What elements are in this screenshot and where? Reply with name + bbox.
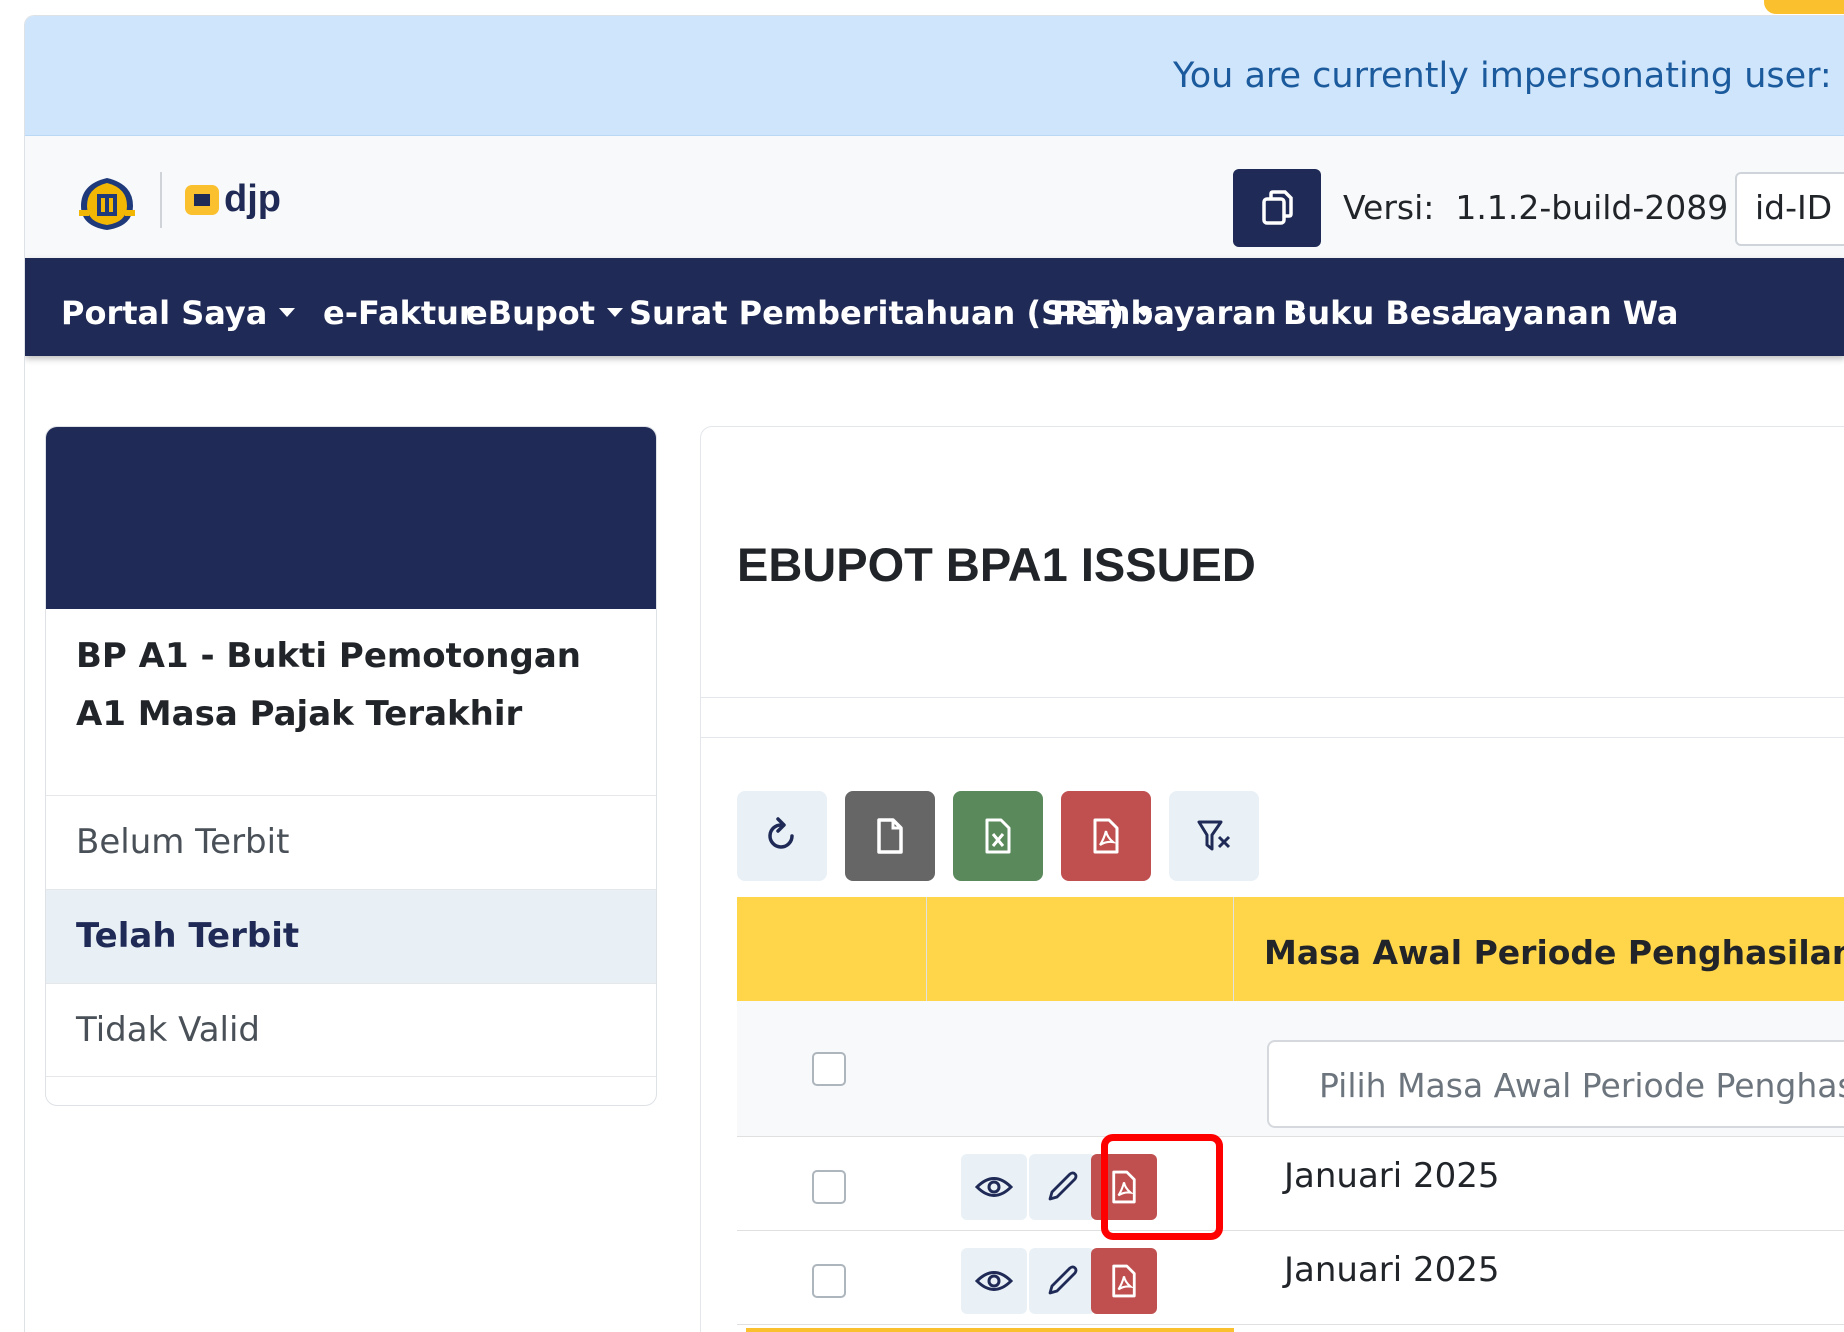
row-checkbox[interactable] bbox=[812, 1170, 846, 1204]
copy-icon bbox=[1262, 190, 1293, 225]
sidebar: BP A1 - Bukti Pemotongan A1 Masa Pajak T… bbox=[45, 426, 657, 1106]
pencil-icon bbox=[1048, 1265, 1078, 1295]
pdf-file-icon bbox=[1093, 818, 1119, 854]
export-pdf-button[interactable] bbox=[1061, 791, 1151, 881]
view-button[interactable] bbox=[961, 1248, 1027, 1314]
bottom-strip bbox=[746, 1328, 1234, 1332]
export-file-button[interactable] bbox=[845, 791, 935, 881]
sidebar-header bbox=[46, 427, 656, 609]
main-nav: Portal Saya e-Faktur eBupot Surat Pember… bbox=[25, 258, 1844, 356]
version-label: Versi: bbox=[1343, 188, 1435, 227]
app-header: djp Versi: 1.1.2-build-2089 id-ID bbox=[25, 136, 1844, 258]
divider bbox=[701, 737, 1844, 738]
sidebar-title: BP A1 - Bukti Pemotongan A1 Masa Pajak T… bbox=[76, 636, 581, 734]
select-all-checkbox[interactable] bbox=[812, 1052, 846, 1086]
masa-awal-filter-select[interactable]: Pilih Masa Awal Periode Penghasilan bbox=[1267, 1040, 1844, 1128]
sidebar-item-tidak-valid[interactable]: Tidak Valid bbox=[46, 983, 656, 1077]
nav-label: Buku Besar bbox=[1283, 294, 1488, 332]
edit-button[interactable] bbox=[1029, 1248, 1095, 1314]
pdf-file-icon bbox=[1112, 1264, 1136, 1298]
refresh-icon bbox=[768, 817, 794, 849]
sidebar-item-belum-terbit[interactable]: Belum Terbit bbox=[46, 795, 656, 889]
eye-icon bbox=[975, 1177, 1013, 1197]
corner-badge bbox=[1764, 0, 1844, 14]
kemenkeu-logo-icon[interactable] bbox=[75, 170, 139, 234]
impersonation-text: You are currently impersonating user: - bbox=[1173, 56, 1844, 96]
clear-filter-button[interactable] bbox=[1169, 791, 1259, 881]
cell-masa-awal: Januari 2025 bbox=[1284, 1250, 1500, 1290]
divider bbox=[701, 697, 1844, 698]
pencil-icon bbox=[1048, 1171, 1078, 1201]
refresh-button[interactable] bbox=[737, 791, 827, 881]
nav-pembayaran[interactable]: Pembayaran bbox=[1052, 294, 1305, 332]
nav-label: Surat Pemberitahuan (SPT) bbox=[629, 294, 1125, 332]
file-icon bbox=[877, 818, 903, 854]
chevron-down-icon bbox=[279, 307, 296, 317]
nav-buku-besar[interactable]: Buku Besar bbox=[1283, 294, 1488, 332]
page-title: EBUPOT BPA1 ISSUED bbox=[737, 538, 1256, 591]
nav-label: Portal Saya bbox=[61, 294, 268, 332]
chevron-down-icon bbox=[607, 307, 624, 317]
djp-logo[interactable]: djp bbox=[185, 178, 281, 221]
copy-button[interactable] bbox=[1233, 169, 1321, 247]
cell-masa-awal: Januari 2025 bbox=[1284, 1156, 1500, 1196]
sidebar-item-telah-terbit[interactable]: Telah Terbit bbox=[46, 889, 656, 983]
download-pdf-button[interactable] bbox=[1091, 1248, 1157, 1314]
version-info: Versi: 1.1.2-build-2089 bbox=[1343, 188, 1728, 227]
nav-label: e-Faktur bbox=[323, 294, 475, 332]
filter-clear-icon bbox=[1197, 820, 1231, 851]
nav-ebupot[interactable]: eBupot bbox=[466, 294, 624, 332]
app-window: You are currently impersonating user: - … bbox=[24, 15, 1844, 1332]
edit-button[interactable] bbox=[1029, 1154, 1095, 1220]
djp-logo-text: djp bbox=[224, 178, 281, 220]
impersonation-banner: You are currently impersonating user: - bbox=[25, 16, 1844, 136]
djp-logo-icon bbox=[185, 184, 219, 215]
export-excel-button[interactable] bbox=[953, 791, 1043, 881]
view-button[interactable] bbox=[961, 1154, 1027, 1220]
highlight-annotation bbox=[1101, 1134, 1223, 1240]
nav-e-faktur[interactable]: e-Faktur bbox=[323, 294, 475, 332]
version-value: 1.1.2-build-2089 bbox=[1455, 188, 1729, 227]
header-divider bbox=[160, 172, 162, 228]
nav-label: eBupot bbox=[466, 294, 596, 332]
column-header-masa-awal[interactable]: Masa Awal Periode Penghasilan bbox=[1264, 933, 1844, 972]
excel-file-icon bbox=[985, 818, 1011, 854]
language-select[interactable]: id-ID bbox=[1735, 172, 1844, 246]
nav-label: Layanan Wa bbox=[1461, 294, 1679, 332]
nav-label: Pembayaran bbox=[1052, 294, 1277, 332]
nav-layanan[interactable]: Layanan Wa bbox=[1461, 294, 1679, 332]
nav-portal-saya[interactable]: Portal Saya bbox=[61, 294, 296, 332]
row-checkbox[interactable] bbox=[812, 1264, 846, 1298]
eye-icon bbox=[975, 1271, 1013, 1291]
main-card: EBUPOT BPA1 ISSUED Masa Awal Periode Pen… bbox=[700, 426, 1844, 1332]
